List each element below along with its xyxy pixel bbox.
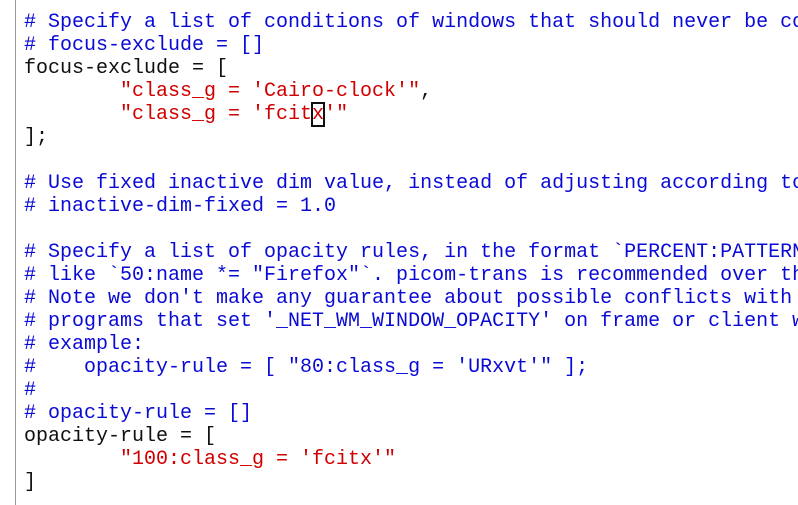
code-comment: # opacity-rule = [ "80:class_g = 'URxvt'…: [24, 356, 589, 379]
code-line[interactable]: # like `50:name *= "Firefox"`. picom-tra…: [24, 264, 798, 287]
code-comment: # opacity-rule = []: [24, 402, 253, 425]
code-line[interactable]: # example:: [24, 333, 798, 356]
code-line[interactable]: ];: [24, 126, 798, 149]
code-line[interactable]: # opacity-rule = [ "80:class_g = 'URxvt'…: [24, 356, 798, 379]
code-comment: # Specify a list of opacity rules, in th…: [24, 241, 798, 264]
gutter-divider: [15, 0, 16, 505]
code-text: ];: [24, 126, 49, 149]
code-comment: # Use fixed inactive dim value, instead …: [24, 172, 798, 195]
code-string: "class_g = 'fcit: [120, 103, 313, 126]
code-line[interactable]: #: [24, 379, 798, 402]
code-line[interactable]: # focus-exclude = []: [24, 34, 798, 57]
code-line[interactable]: opacity-rule = [: [24, 425, 798, 448]
code-text: opacity-rule = [: [24, 425, 217, 448]
code-line[interactable]: focus-exclude = [: [24, 57, 798, 80]
code-line[interactable]: "class_g = 'Cairo-clock'",: [24, 80, 798, 103]
code-line[interactable]: # inactive-dim-fixed = 1.0: [24, 195, 798, 218]
code-line[interactable]: # Specify a list of conditions of window…: [24, 11, 798, 34]
code-line[interactable]: # Use fixed inactive dim value, instead …: [24, 172, 798, 195]
code-line[interactable]: # Specify a list of opacity rules, in th…: [24, 241, 798, 264]
code-line[interactable]: [24, 149, 798, 172]
code-text: ,: [420, 80, 433, 103]
text-cursor: x: [311, 102, 326, 127]
code-string: "class_g = 'Cairo-clock'": [120, 80, 421, 103]
code-line[interactable]: "class_g = 'fcitx'": [24, 102, 798, 127]
code-comment: # programs that set '_NET_WM_WINDOW_OPAC…: [24, 310, 798, 333]
code-comment: # example:: [24, 333, 145, 356]
code-comment: #: [24, 379, 37, 402]
code-area[interactable]: # Specify a list of conditions of window…: [24, 11, 798, 494]
text-editor[interactable]: # Specify a list of conditions of window…: [0, 0, 798, 505]
code-string: "100:class_g = 'fcitx'": [120, 448, 397, 471]
code-text: ]: [24, 471, 37, 494]
code-comment: # focus-exclude = []: [24, 34, 265, 57]
code-line[interactable]: "100:class_g = 'fcitx'": [24, 448, 798, 471]
code-comment: # inactive-dim-fixed = 1.0: [24, 195, 337, 218]
code-line[interactable]: # Note we don't make any guarantee about…: [24, 287, 798, 310]
code-line[interactable]: ]: [24, 471, 798, 494]
code-comment: # Specify a list of conditions of window…: [24, 11, 798, 34]
code-text: focus-exclude = [: [24, 57, 229, 80]
code-line[interactable]: # opacity-rule = []: [24, 402, 798, 425]
code-string: '": [324, 103, 349, 126]
code-comment: # Note we don't make any guarantee about…: [24, 287, 793, 310]
code-comment: # like `50:name *= "Firefox"`. picom-tra…: [24, 264, 798, 287]
code-line[interactable]: [24, 218, 798, 241]
code-line[interactable]: # programs that set '_NET_WM_WINDOW_OPAC…: [24, 310, 798, 333]
